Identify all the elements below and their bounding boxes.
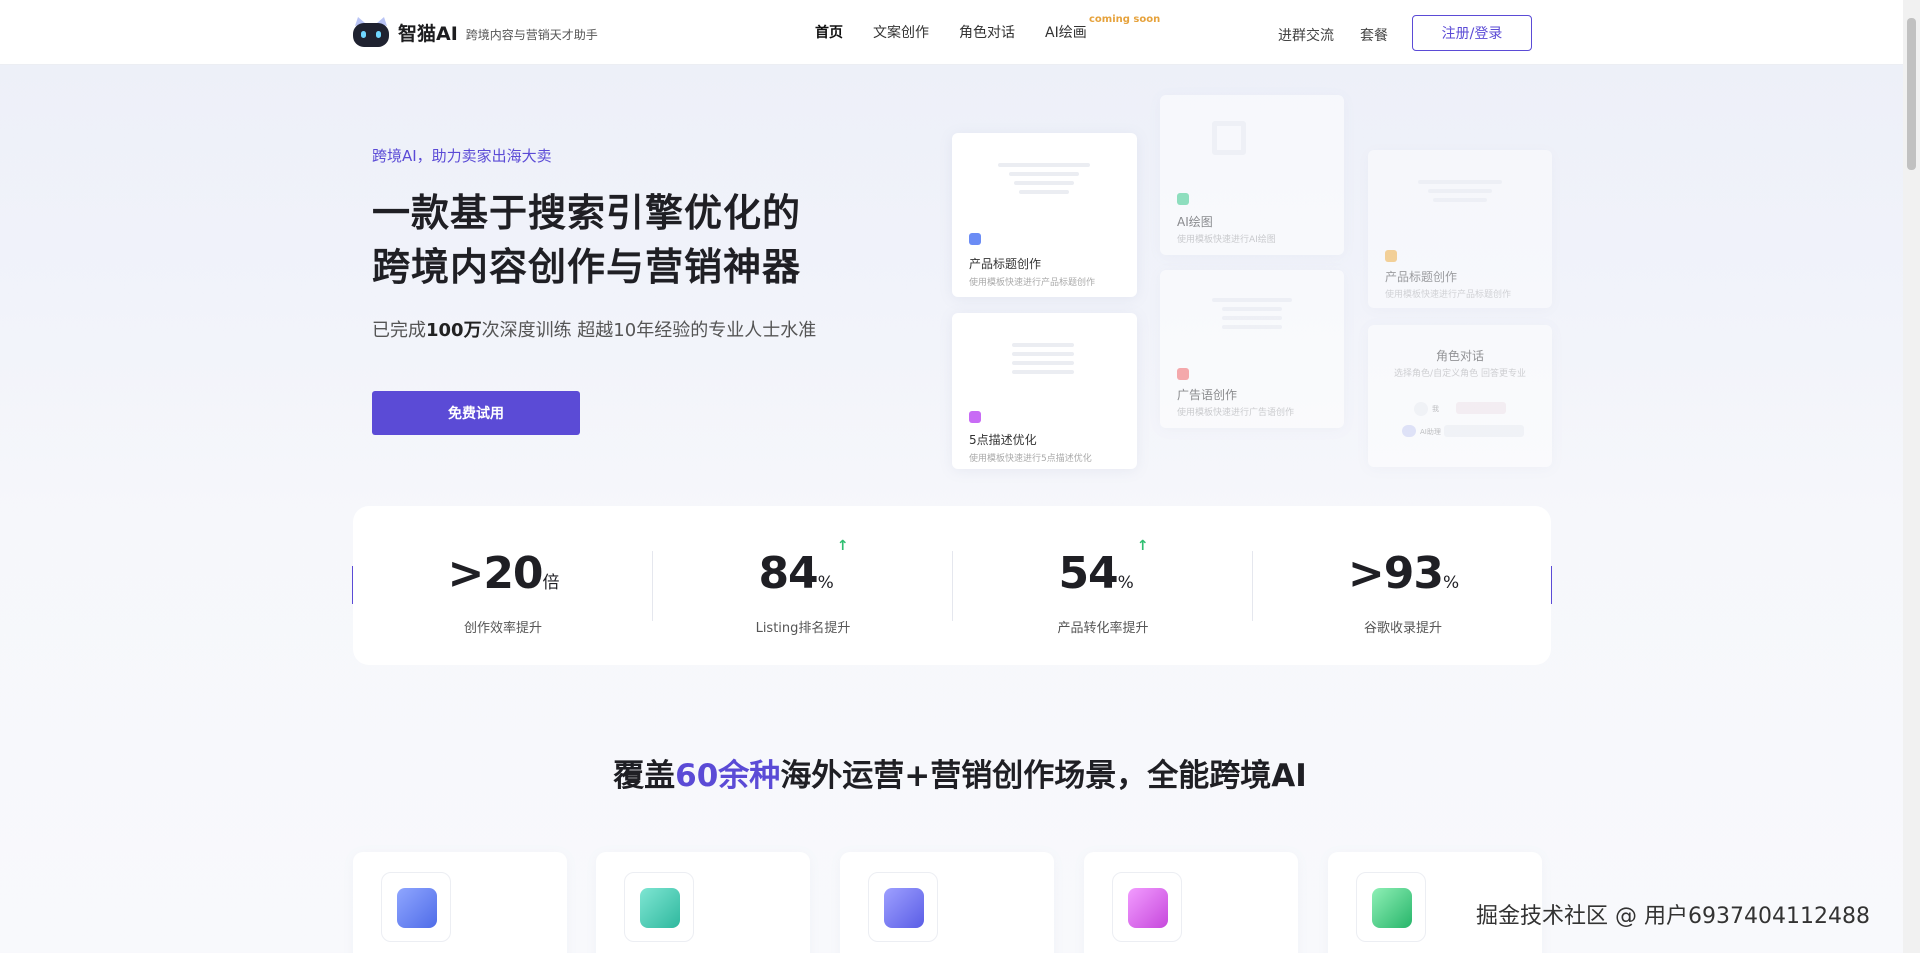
send-icon — [640, 888, 680, 928]
top-header: 智猫AI 跨境内容与营销天才助手 首页 文案创作 角色对话 AI绘画 comin… — [0, 0, 1920, 65]
edit-icon — [397, 888, 437, 928]
pricing-link[interactable]: 套餐 — [1360, 25, 1388, 45]
hero-title: 一款基于搜索引擎优化的 跨境内容创作与营销神器 — [372, 191, 802, 289]
placeholder-lines — [1012, 343, 1074, 379]
placeholder-lines — [998, 163, 1090, 199]
hero-description: 已完成100万次深度训练 超越10年经验的专业人士水准 — [372, 320, 817, 341]
logo[interactable]: 智猫AI 跨境内容与营销天才助手 — [352, 16, 598, 48]
bot-avatar-icon — [1402, 425, 1416, 437]
watermark: 掘金技术社区 @ 用户6937404112488 — [1476, 904, 1870, 929]
coming-soon-badge: coming soon — [1089, 14, 1161, 25]
template-card-ai-drawing[interactable]: AI绘图 使用模板快速进行AI绘图 — [1160, 95, 1344, 255]
nav-item-home[interactable]: 首页 — [815, 22, 843, 42]
nav-item-ai-painting[interactable]: AI绘画 coming soon — [1045, 14, 1160, 42]
scrollbar-thumb[interactable] — [1907, 18, 1916, 170]
feature-card[interactable] — [353, 852, 567, 953]
stats-panel: >20倍 创作效率提升 84%↑ Listing排名提升 54%↑ 产品转化率提… — [353, 506, 1551, 665]
template-icon — [969, 233, 981, 245]
image-placeholder-icon — [1212, 121, 1246, 155]
user-avatar — [1414, 402, 1428, 416]
main-nav: 首页 文案创作 角色对话 AI绘画 coming soon — [815, 14, 1160, 42]
feature-card[interactable] — [1084, 852, 1298, 953]
template-icon — [969, 411, 981, 423]
logo-slogan: 跨境内容与营销天才助手 — [465, 27, 598, 42]
template-card-bullet-points[interactable]: 5点描述优化 使用模板快速进行5点描述优化 — [952, 313, 1137, 469]
nav-item-role-chat[interactable]: 角色对话 — [959, 22, 1015, 42]
page-scrollbar[interactable] — [1903, 0, 1920, 953]
template-card-ad-slogan[interactable]: 广告语创作 使用模板快速进行广告语创作 — [1160, 270, 1344, 428]
template-icon — [1177, 368, 1189, 380]
trend-up-icon: ↑ — [836, 538, 849, 554]
document-icon — [884, 888, 924, 928]
hero-subtitle: 跨境AI，助力卖家出海大卖 — [372, 147, 552, 165]
template-card-product-title[interactable]: 产品标题创作 使用模板快速进行产品标题创作 — [952, 133, 1137, 297]
stat-conversion: 54%↑ 产品转化率提升 — [1057, 538, 1149, 636]
template-card-role-chat[interactable]: 角色对话 选择角色/自定义角色 回答更专业 我 AI助理 — [1368, 325, 1552, 467]
template-card-product-title-2[interactable]: 产品标题创作 使用模板快速进行产品标题创作 — [1368, 150, 1552, 308]
chat-bubble — [1444, 425, 1524, 437]
logo-name: 智猫AI — [398, 22, 458, 45]
stat-listing-rank: 84%↑ Listing排名提升 — [755, 538, 851, 636]
chat-bubble — [1456, 402, 1506, 414]
join-group-link[interactable]: 进群交流 — [1278, 25, 1334, 45]
clipboard-icon — [1372, 888, 1412, 928]
header-links: 进群交流 套餐 — [1278, 25, 1414, 45]
stat-efficiency: >20倍 创作效率提升 — [447, 548, 559, 636]
free-trial-button[interactable]: 免费试用 — [372, 391, 580, 435]
bag-icon — [1128, 888, 1168, 928]
section-title: 覆盖60余种海外运营+营销创作场景，全能跨境AI — [613, 758, 1307, 794]
register-login-button[interactable]: 注册/登录 — [1412, 15, 1532, 51]
placeholder-lines — [1212, 298, 1292, 334]
template-icon — [1177, 193, 1189, 205]
trend-up-icon: ↑ — [1136, 538, 1149, 554]
feature-card[interactable] — [596, 852, 810, 953]
stat-google-index: >93% 谷歌收录提升 — [1347, 548, 1459, 636]
template-icon — [1385, 250, 1397, 262]
feature-card[interactable] — [840, 852, 1054, 953]
placeholder-lines — [1418, 180, 1502, 207]
nav-item-copywriting[interactable]: 文案创作 — [873, 22, 929, 42]
cat-logo-icon — [352, 16, 390, 48]
